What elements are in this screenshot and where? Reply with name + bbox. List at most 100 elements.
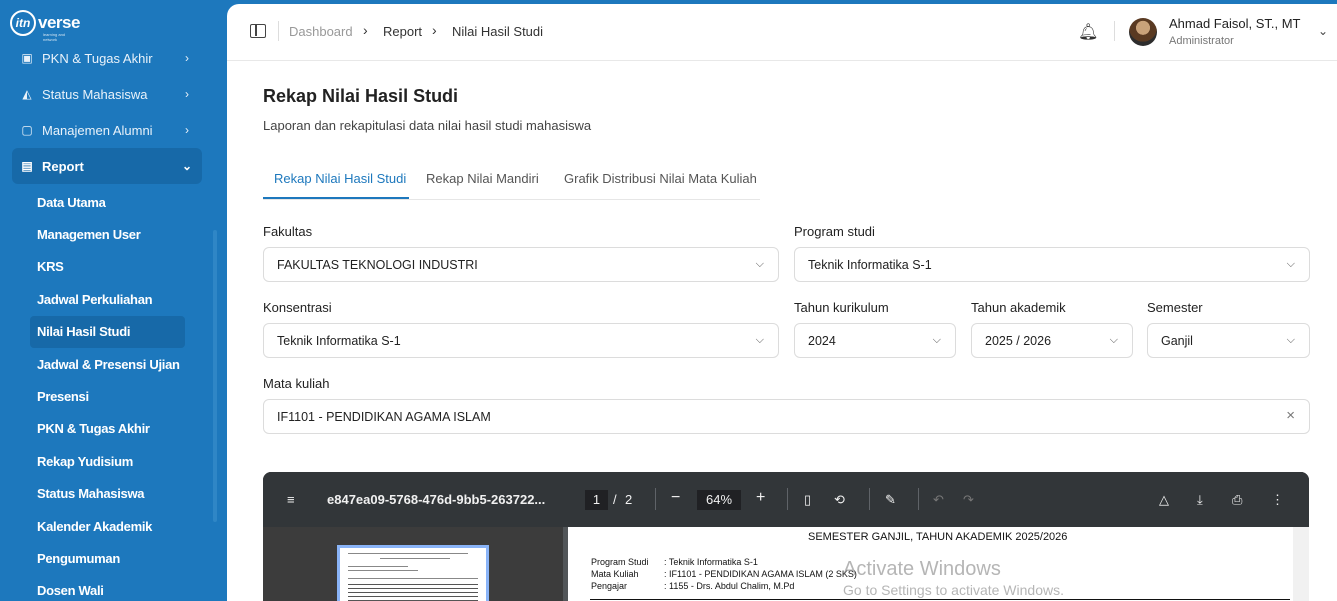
divider bbox=[787, 488, 788, 510]
thumbnail-line bbox=[348, 553, 468, 554]
fakultas-select[interactable]: FAKULTAS TEKNOLOGI INDUSTRI ⌵ bbox=[263, 247, 779, 282]
kurikulum-label: Tahun kurikulum bbox=[794, 300, 889, 315]
avatar[interactable] bbox=[1129, 18, 1157, 46]
matkul-select[interactable]: IF1101 - PENDIDIKAN AGAMA ISLAM × bbox=[263, 399, 1310, 434]
submenu-item-pengumuman[interactable]: Pengumuman bbox=[30, 542, 205, 574]
submenu-item-pkn-tugas-akhir[interactable]: PKN & Tugas Akhir bbox=[30, 413, 205, 445]
sidebar-item-manajemen-alumni[interactable]: ▢ Manajemen Alumni › bbox=[12, 112, 202, 148]
pdf-body: SEMESTER GANJIL, TAHUN AKADEMIK 2025/202… bbox=[263, 527, 1309, 601]
pdf-viewer: ≡ e847ea09-5768-476d-9bb5-263722... 1 / … bbox=[263, 472, 1309, 601]
tab-bar: Rekap Nilai Hasil Studi Rekap Nilai Mand… bbox=[263, 162, 760, 200]
sidebar-item-pkn[interactable]: ▣ PKN & Tugas Akhir › bbox=[12, 40, 202, 76]
folder-icon: ▢ bbox=[21, 123, 33, 137]
bell-icon[interactable]: 🔔︎ bbox=[1078, 22, 1098, 42]
brand-logo[interactable]: itn verse learning and network bbox=[10, 10, 80, 42]
main-content: Dashboard › Report › Nilai Hasil Studi 🔔… bbox=[227, 4, 1337, 601]
submenu-item-managemen-user[interactable]: Managemen User bbox=[30, 218, 205, 250]
tab-rekap-nilai-hasil-studi[interactable]: Rekap Nilai Hasil Studi bbox=[274, 171, 406, 186]
tab-grafik-distribusi[interactable]: Grafik Distribusi Nilai Mata Kuliah bbox=[564, 171, 757, 186]
chevron-down-icon[interactable]: ⌄ bbox=[1318, 24, 1328, 38]
draw-icon[interactable]: ✎ bbox=[885, 492, 896, 508]
page-number-input[interactable]: 1 bbox=[585, 490, 608, 510]
pdf-toolbar: ≡ e847ea09-5768-476d-9bb5-263722... 1 / … bbox=[263, 472, 1309, 527]
report-icon: ▤ bbox=[21, 159, 33, 173]
doc-row: Mata Kuliah : IF1101 - PENDIDIKAN AGAMA … bbox=[591, 569, 857, 579]
sidebar-item-label: PKN & Tugas Akhir bbox=[42, 50, 153, 66]
sidebar-nav: ▣ PKN & Tugas Akhir › ◭ Status Mahasiswa… bbox=[12, 40, 202, 184]
page-thumbnail[interactable] bbox=[337, 545, 489, 601]
fakultas-value: FAKULTAS TEKNOLOGI INDUSTRI bbox=[277, 257, 478, 272]
divider bbox=[655, 488, 656, 510]
konsentrasi-label: Konsentrasi bbox=[263, 300, 332, 315]
submenu-item-status-mahasiswa[interactable]: Status Mahasiswa bbox=[30, 478, 205, 510]
report-submenu: Data Utama Managemen User KRS Jadwal Per… bbox=[30, 186, 205, 601]
submenu-item-nilai-hasil-studi[interactable]: Nilai Hasil Studi bbox=[30, 315, 185, 348]
save-to-drive-icon[interactable]: △ bbox=[1159, 492, 1169, 508]
divider bbox=[1114, 21, 1115, 41]
sidebar-item-status-mahasiswa[interactable]: ◭ Status Mahasiswa › bbox=[12, 76, 202, 112]
akademik-label: Tahun akademik bbox=[971, 300, 1066, 315]
more-options-icon[interactable]: ⋮ bbox=[1271, 492, 1284, 508]
submenu-item-presensi[interactable]: Presensi bbox=[30, 380, 205, 412]
chevron-down-icon: ⌵ bbox=[932, 334, 941, 346]
breadcrumb-current: Nilai Hasil Studi bbox=[452, 24, 544, 39]
logo-mark: itn bbox=[10, 10, 36, 36]
chevron-down-icon: ⌄ bbox=[181, 159, 193, 173]
thumbnail-table bbox=[348, 584, 478, 601]
prodi-label: Program studi bbox=[794, 224, 875, 239]
pdf-scrollbar[interactable] bbox=[1293, 527, 1309, 601]
download-icon[interactable]: ⤓ bbox=[1197, 492, 1203, 508]
undo-icon[interactable]: ↶ bbox=[933, 492, 944, 508]
redo-icon[interactable]: ↷ bbox=[963, 492, 974, 508]
rotate-icon[interactable]: ⟲ bbox=[834, 492, 845, 508]
tab-rekap-nilai-mandiri[interactable]: Rekap Nilai Mandiri bbox=[426, 171, 539, 186]
menu-icon[interactable]: ≡ bbox=[287, 492, 295, 507]
kurikulum-value: 2024 bbox=[808, 333, 836, 348]
akademik-value: 2025 / 2026 bbox=[985, 333, 1052, 348]
print-icon[interactable]: ⎙ bbox=[1232, 492, 1242, 508]
breadcrumb-report[interactable]: Report bbox=[383, 24, 422, 39]
konsentrasi-select[interactable]: Teknik Informatika S-1 ⌵ bbox=[263, 323, 779, 358]
doc-row-key: Mata Kuliah bbox=[591, 569, 639, 579]
topbar: Dashboard › Report › Nilai Hasil Studi 🔔… bbox=[227, 4, 1337, 61]
fakultas-label: Fakultas bbox=[263, 224, 313, 239]
chevron-down-icon: ⌵ bbox=[1286, 258, 1295, 270]
kurikulum-select[interactable]: 2024 ⌵ bbox=[794, 323, 956, 358]
sidebar-scrollbar[interactable] bbox=[213, 230, 217, 522]
chevron-right-icon: › bbox=[185, 123, 189, 137]
prodi-select[interactable]: Teknik Informatika S-1 ⌵ bbox=[794, 247, 1310, 282]
semester-select[interactable]: Ganjil ⌵ bbox=[1147, 323, 1310, 358]
submenu-item-jadwal-perkuliahan[interactable]: Jadwal Perkuliahan bbox=[30, 283, 205, 315]
app-window: itn verse learning and network ▣ PKN & T… bbox=[0, 0, 1337, 601]
doc-row: Program Studi : Teknik Informatika S-1 bbox=[591, 557, 758, 567]
chevron-down-icon: ⌵ bbox=[755, 258, 764, 270]
breadcrumb-dashboard[interactable]: Dashboard bbox=[289, 24, 353, 39]
submenu-item-dosen-wali[interactable]: Dosen Wali bbox=[30, 575, 205, 601]
chevron-right-icon: › bbox=[363, 22, 368, 38]
submenu-item-krs[interactable]: KRS bbox=[30, 251, 205, 283]
chevron-right-icon: › bbox=[185, 51, 189, 65]
akademik-select[interactable]: 2025 / 2026 ⌵ bbox=[971, 323, 1133, 358]
submenu-item-rekap-yudisium[interactable]: Rekap Yudisium bbox=[30, 445, 205, 477]
page-subtitle: Laporan dan rekapitulasi data nilai hasi… bbox=[263, 118, 592, 133]
divider bbox=[869, 488, 870, 510]
toggle-sidebar-icon[interactable] bbox=[250, 24, 266, 38]
doc-row-value: : 1155 - Drs. Abdul Chalim, M.Pd bbox=[664, 581, 795, 591]
semester-value: Ganjil bbox=[1161, 333, 1193, 348]
doc-row: Pengajar : 1155 - Drs. Abdul Chalim, M.P… bbox=[591, 581, 794, 591]
fit-page-icon[interactable]: ▯ bbox=[804, 492, 811, 508]
zoom-in-icon[interactable]: + bbox=[756, 489, 765, 507]
konsentrasi-value: Teknik Informatika S-1 bbox=[277, 333, 401, 348]
sidebar-item-label: Report bbox=[42, 158, 84, 174]
sidebar-item-label: Status Mahasiswa bbox=[42, 86, 148, 102]
zoom-out-icon[interactable]: − bbox=[671, 489, 680, 507]
zoom-level[interactable]: 64% bbox=[697, 490, 741, 510]
submenu-item-jadwal-presensi-ujian[interactable]: Jadwal & Presensi Ujian bbox=[30, 348, 205, 380]
clear-icon[interactable]: × bbox=[1286, 407, 1295, 424]
chevron-down-icon: ⌵ bbox=[755, 334, 764, 346]
submenu-item-kalender-akademik[interactable]: Kalender Akademik bbox=[30, 510, 205, 542]
submenu-item-data-utama[interactable]: Data Utama bbox=[30, 186, 205, 218]
matkul-label: Mata kuliah bbox=[263, 376, 330, 391]
sidebar-item-report[interactable]: ▤ Report ⌄ bbox=[12, 148, 202, 184]
doc-row-key: Pengajar bbox=[591, 581, 628, 591]
